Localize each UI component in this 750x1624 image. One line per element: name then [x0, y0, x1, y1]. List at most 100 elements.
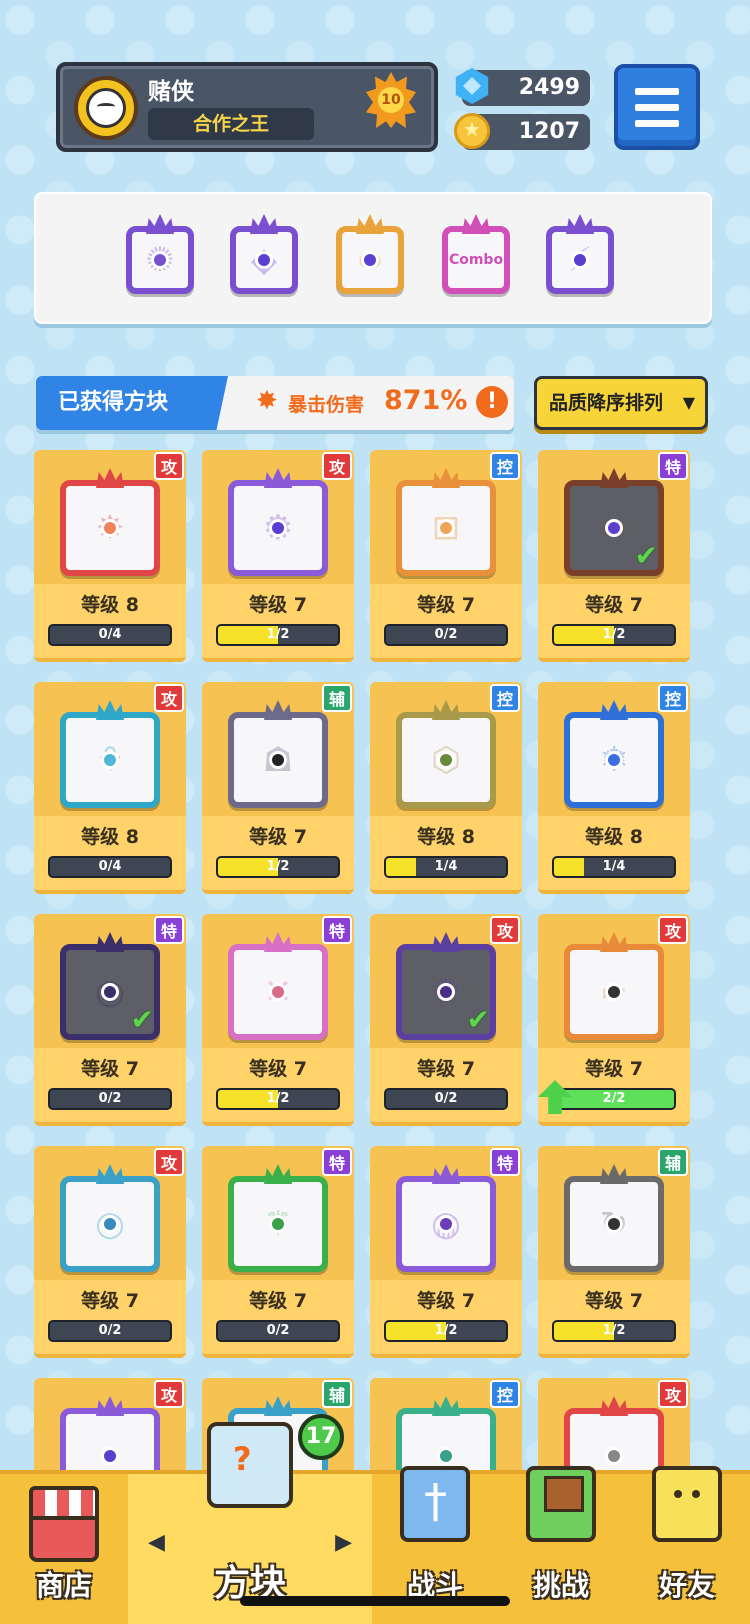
tile-core-dot	[269, 1215, 287, 1233]
block-card[interactable]: ⚙攻等级 7 1/2	[202, 450, 354, 662]
equipped-block-tile: ✺	[126, 226, 194, 294]
block-tile-wrap: ⬡	[396, 712, 496, 808]
block-card[interactable]: ↻辅等级 7 1/2	[538, 1146, 690, 1358]
equipped-block-tile: ⚡	[546, 226, 614, 294]
crit-damage-value: 871%	[384, 385, 468, 416]
equipped-block-slot[interactable]: Combo	[442, 226, 510, 294]
block-type-badge: 辅	[658, 1148, 688, 1176]
block-card[interactable]: 攻	[538, 1378, 690, 1470]
block-tile: ⌐	[564, 944, 664, 1040]
equipped-block-slot[interactable]: ⚡	[546, 226, 614, 294]
equipped-block-slot[interactable]: ◆	[230, 226, 298, 294]
progress-text: 0/2	[98, 1091, 122, 1106]
block-tile-wrap: ✕	[228, 944, 328, 1040]
progress-text: 1/4	[602, 859, 626, 874]
block-level: 等级 7	[81, 1058, 139, 1080]
block-type-badge: 特	[322, 1148, 352, 1176]
block-type-badge: 攻	[154, 452, 184, 480]
block-tile-wrap: ◍	[396, 1176, 496, 1272]
tile-core-dot	[571, 251, 589, 269]
block-level: 等级 8	[417, 826, 475, 848]
tile-core-dot	[605, 1447, 623, 1465]
block-level: 等级 7	[81, 1290, 139, 1312]
progress-text: 0/4	[98, 859, 122, 874]
tile-core-dot	[605, 1215, 623, 1233]
block-card[interactable]: ⬡控等级 8 1/4	[370, 682, 522, 894]
block-tile: ❄	[564, 712, 664, 808]
tile-core-dot	[101, 751, 119, 769]
block-card[interactable]: ☗辅等级 7 1/2	[202, 682, 354, 894]
nav-shop[interactable]: 商店	[0, 1474, 128, 1624]
progress-text: 0/2	[266, 1323, 290, 1338]
blocks-count-badge: 17	[298, 1414, 344, 1460]
tile-core-dot	[437, 1447, 455, 1465]
tile-core-dot	[437, 751, 455, 769]
owned-blocks-label: 已获得方块	[36, 376, 228, 430]
block-level: 等级 7	[585, 1290, 643, 1312]
sort-dropdown[interactable]: 品质降序排列 ▼	[534, 376, 708, 430]
block-card[interactable]: ◍特等级 7 1/2	[370, 1146, 522, 1358]
nav-prev-arrow-icon[interactable]: ◀	[148, 1530, 165, 1555]
block-type-badge: 控	[490, 1380, 520, 1408]
progress-text: 0/2	[434, 1091, 458, 1106]
block-tile-wrap: ✸	[60, 480, 160, 576]
block-card[interactable]: ◎攻等级 7 0/2	[34, 1146, 186, 1358]
progress-text: 2/2	[602, 1091, 626, 1106]
challenge-board-icon	[526, 1466, 596, 1542]
nav-friends[interactable]: 好友	[624, 1466, 750, 1624]
tile-core-dot	[255, 251, 273, 269]
block-tile: ◉✔	[60, 944, 160, 1040]
block-type-badge: 攻	[490, 916, 520, 944]
menu-button[interactable]	[614, 64, 700, 150]
block-card[interactable]: ⚘攻等级 8 0/4	[34, 682, 186, 894]
block-type-badge: 特	[658, 452, 688, 480]
block-card[interactable]: ✕特等级 7 1/2	[202, 914, 354, 1126]
block-card[interactable]: ⌐攻等级 7 2/2	[538, 914, 690, 1126]
equipped-block-slot[interactable]: ∞	[336, 226, 404, 294]
block-tile: ✺✔	[396, 944, 496, 1040]
block-card[interactable]: ✺✔攻等级 7 0/2	[370, 914, 522, 1126]
block-card[interactable]: 控	[370, 1378, 522, 1470]
owned-blocks-header: 已获得方块 ✸ 暴击伤害 871% !	[36, 376, 514, 430]
block-level: 等级 7	[249, 594, 307, 616]
block-progress-bar: 2/2	[552, 1088, 676, 1110]
block-progress-bar: 0/4	[48, 856, 172, 878]
block-card[interactable]: ✸攻等级 8 0/4	[34, 450, 186, 662]
block-card[interactable]: ⚚特等级 7 0/2	[202, 1146, 354, 1358]
block-tile	[396, 1408, 496, 1470]
nav-next-arrow-icon[interactable]: ▶	[335, 1530, 352, 1555]
block-card[interactable]: ❄控等级 8 1/4	[538, 682, 690, 894]
block-card[interactable]: ∞✔特等级 7 1/2	[538, 450, 690, 662]
crit-damage-label: 暴击伤害	[288, 394, 365, 416]
block-tile-wrap: ⚙	[228, 480, 328, 576]
block-type-badge: 攻	[154, 1380, 184, 1408]
crit-info-icon[interactable]: !	[476, 386, 508, 418]
progress-text: 1/4	[434, 859, 458, 874]
block-level: 等级 7	[249, 1290, 307, 1312]
block-card[interactable]: ⊞控等级 7 0/2	[370, 450, 522, 662]
chevron-down-icon: ▼	[682, 393, 695, 412]
equipped-block-tile: Combo	[442, 226, 510, 294]
player-profile-panel[interactable]: 赌侠 合作之王 10	[56, 62, 438, 152]
progress-text: 0/2	[434, 627, 458, 642]
block-tile-wrap	[564, 1408, 664, 1470]
block-progress-bar: 0/2	[48, 1320, 172, 1342]
block-card[interactable]: ◉✔特等级 7 0/2	[34, 914, 186, 1126]
block-tile: ⚚	[228, 1176, 328, 1272]
block-type-badge: 攻	[658, 1380, 688, 1408]
block-tile-wrap: ⊞	[396, 480, 496, 576]
block-card[interactable]: 攻	[34, 1378, 186, 1470]
crit-damage-icon: ✸	[256, 386, 278, 416]
block-tile-wrap: ☗	[228, 712, 328, 808]
tile-core-dot	[605, 751, 623, 769]
nav-challenge[interactable]: 挑战	[498, 1466, 624, 1624]
player-level: 10	[378, 87, 404, 113]
tile-core-dot	[605, 983, 623, 1001]
player-avatar[interactable]	[74, 76, 138, 140]
equipped-check-icon: ✔	[130, 1003, 154, 1036]
block-level: 等级 8	[81, 594, 139, 616]
equipped-block-slot[interactable]: ✺	[126, 226, 194, 294]
owned-blocks-grid: ✸攻等级 80/4⚙攻等级 71/2⊞控等级 70/2∞✔特等级 71/2⚘攻等…	[34, 450, 714, 1470]
equipped-deck: ✺ ◆ ∞ Combo ⚡	[34, 192, 712, 324]
block-level: 等级 7	[585, 1058, 643, 1080]
